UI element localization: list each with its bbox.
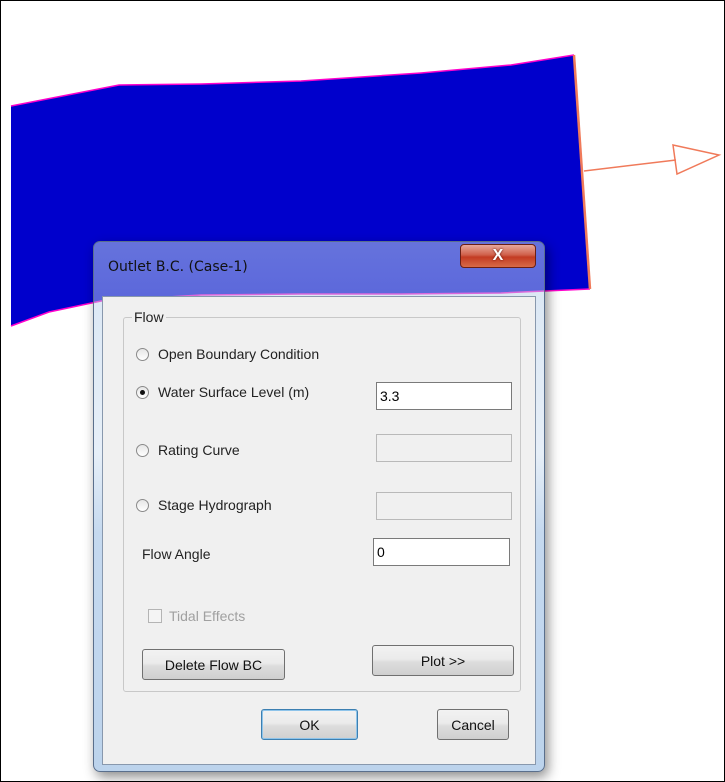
radio-rating-curve-indicator[interactable] xyxy=(136,443,149,457)
radio-rating-curve[interactable]: Rating Curve xyxy=(136,442,240,458)
outlet-arrow-head-icon xyxy=(672,144,722,176)
outlet-arrow-shaft xyxy=(583,159,677,172)
close-icon: X xyxy=(492,247,504,264)
flow-angle-input[interactable] xyxy=(373,538,510,566)
radio-open-boundary-indicator[interactable] xyxy=(136,347,149,361)
close-button[interactable]: X xyxy=(460,244,536,268)
radio-stage-hydrograph[interactable]: Stage Hydrograph xyxy=(136,497,272,513)
dialog-client-area: Flow Open Boundary Condition Water Surfa… xyxy=(102,296,536,765)
radio-water-surface-level-indicator[interactable] xyxy=(136,385,149,399)
outlet-bc-dialog: Outlet B.C. (Case-1) X Flow Open Boundar… xyxy=(93,241,545,772)
delete-flow-bc-button[interactable]: Delete Flow BC xyxy=(142,649,285,680)
tidal-effects-label: Tidal Effects xyxy=(169,608,246,624)
radio-rating-curve-label: Rating Curve xyxy=(158,442,240,458)
radio-water-surface-level[interactable]: Water Surface Level (m) xyxy=(136,384,309,400)
radio-stage-hydrograph-label: Stage Hydrograph xyxy=(158,497,272,513)
plot-button[interactable]: Plot >> xyxy=(372,645,514,676)
flow-angle-label: Flow Angle xyxy=(142,546,211,562)
flow-group: Flow Open Boundary Condition Water Surfa… xyxy=(123,309,521,692)
radio-water-surface-level-label: Water Surface Level (m) xyxy=(158,384,310,400)
tidal-effects-checkbox-box xyxy=(148,609,162,623)
radio-open-boundary[interactable]: Open Boundary Condition xyxy=(136,346,319,362)
tidal-effects-checkbox: Tidal Effects xyxy=(148,608,245,624)
rating-curve-input xyxy=(376,434,512,462)
ok-button[interactable]: OK xyxy=(261,709,358,740)
dialog-title: Outlet B.C. (Case-1) xyxy=(108,259,248,275)
stage-hydrograph-input xyxy=(376,492,512,520)
flow-group-label: Flow xyxy=(132,309,166,325)
radio-open-boundary-label: Open Boundary Condition xyxy=(158,346,320,362)
radio-stage-hydrograph-indicator[interactable] xyxy=(136,498,149,512)
water-surface-level-input[interactable] xyxy=(376,382,512,410)
cancel-button[interactable]: Cancel xyxy=(437,709,509,740)
